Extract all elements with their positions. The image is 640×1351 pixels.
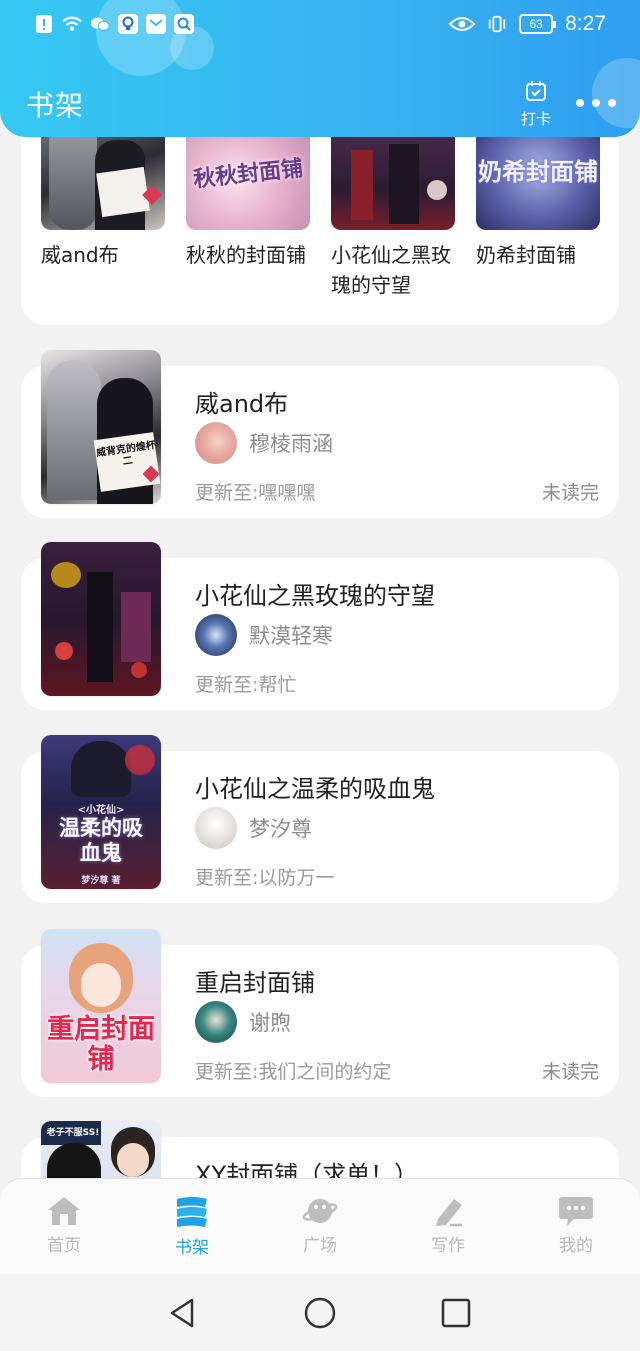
app-header: 63 8:27 书架 打卡 (0, 0, 640, 137)
bookshelf-scroll-area[interactable]: 威and布 秋秋封面铺 秋秋的封面铺 小花仙之黑玫瑰的守望 奶希封面铺 奶希封面… (0, 0, 640, 1180)
recents-button[interactable] (439, 1296, 473, 1330)
book-cover[interactable]: 奶希封面铺 (476, 130, 600, 230)
book-card[interactable]: 重启封面铺 重启封面铺 谢煦 更新至:我们之间的约定 未读完 (21, 929, 619, 1097)
book-card[interactable]: 老子不服SS! XY封面铺（求单！） (21, 1121, 619, 1180)
more-options-button[interactable] (576, 96, 616, 110)
book-cover[interactable]: 威背克的煌杯二 (41, 350, 161, 504)
tab-label: 写作 (431, 1236, 465, 1256)
chat-bubble-icon (559, 1197, 593, 1226)
home-nav-button[interactable] (303, 1296, 337, 1330)
tab-label: 书架 (175, 1238, 209, 1258)
book-cover[interactable]: 重启封面铺 (41, 929, 161, 1083)
calendar-check-icon (526, 81, 546, 101)
author-name: 默漠轻寒 (249, 624, 333, 648)
book-title: 重启封面铺 (195, 969, 315, 997)
grid-book-title: 威and布 (41, 243, 119, 267)
tab-write[interactable]: 写作 (384, 1179, 512, 1275)
author-avatar[interactable] (195, 1001, 237, 1043)
book-title: 小花仙之温柔的吸血鬼 (195, 775, 435, 803)
tab-bookshelf[interactable]: 书架 (128, 1179, 256, 1275)
author-row[interactable]: 梦汐尊 (195, 807, 312, 849)
book-card[interactable]: 小花仙之黑玫瑰的守望 默漠轻寒 更新至:帮忙 (21, 542, 619, 710)
grid-book-title: 小花仙之黑玫瑰的守望 (331, 243, 451, 297)
huawei-mail-icon (146, 14, 166, 34)
author-row[interactable]: 谢煦 (195, 1001, 291, 1043)
latest-update: 更新至:帮忙 (195, 674, 297, 696)
author-avatar[interactable] (195, 614, 237, 656)
eye-comfort-icon (449, 14, 476, 34)
tab-label: 首页 (47, 1236, 81, 1256)
bulb-app-icon (118, 14, 138, 34)
book-title: XY封面铺（求单！） (195, 1161, 419, 1180)
book-cover[interactable]: 秋秋封面铺 (186, 130, 310, 230)
search-app-icon (174, 14, 194, 34)
checkin-button[interactable]: 打卡 (514, 80, 558, 129)
book-title: 小花仙之黑玫瑰的守望 (195, 582, 435, 610)
more-dot-icon (592, 99, 600, 107)
grid-book-title: 秋秋的封面铺 (186, 243, 306, 267)
book-card[interactable]: 威背克的煌杯二 威and布 穆棱雨涵 更新至:嘿嘿嘿 未读完 (21, 350, 619, 518)
tab-label: 广场 (303, 1236, 337, 1256)
more-dot-icon (576, 99, 584, 107)
vibrate-icon (487, 14, 507, 34)
author-name: 梦汐尊 (249, 817, 312, 841)
grid-book-title: 奶希封面铺 (476, 243, 576, 267)
book-title: 威and布 (195, 390, 289, 418)
home-icon (48, 1197, 80, 1225)
home-circle-icon (304, 1297, 336, 1329)
book-cover[interactable] (41, 130, 165, 230)
status-time: 8:27 (565, 12, 606, 35)
page-title: 书架 (26, 89, 85, 122)
author-avatar[interactable] (195, 422, 237, 464)
more-dot-icon (608, 99, 616, 107)
read-status: 未读完 (541, 482, 599, 504)
tab-label: 我的 (559, 1236, 593, 1256)
wechat-icon (90, 14, 110, 34)
latest-update: 更新至:嘿嘿嘿 (195, 482, 316, 504)
planet-icon (302, 1199, 338, 1223)
book-cover[interactable] (41, 542, 161, 696)
notification-alert-icon (34, 14, 54, 34)
author-name: 穆棱雨涵 (249, 432, 333, 456)
bookshelf-icon (177, 1197, 207, 1227)
book-cover[interactable]: 老子不服SS! (41, 1121, 161, 1180)
back-button[interactable] (166, 1296, 200, 1330)
back-triangle-icon (170, 1298, 194, 1328)
latest-update: 更新至:我们之间的约定 (195, 1061, 392, 1083)
book-cover[interactable]: <小花仙> 温柔的吸血鬼 梦汐尊 著 (41, 735, 161, 889)
pen-icon (436, 1199, 462, 1227)
book-cover[interactable] (331, 130, 455, 230)
tab-home[interactable]: 首页 (0, 1179, 128, 1275)
latest-update: 更新至:以防万一 (195, 867, 335, 889)
battery-indicator: 63 (519, 14, 557, 34)
author-name: 谢煦 (249, 1011, 291, 1035)
author-row[interactable]: 默漠轻寒 (195, 614, 333, 656)
recents-square-icon (441, 1298, 471, 1328)
checkin-label: 打卡 (520, 110, 551, 128)
system-navigation-bar (0, 1274, 640, 1351)
book-card[interactable]: <小花仙> 温柔的吸血鬼 梦汐尊 著 小花仙之温柔的吸血鬼 梦汐尊 更新至:以防… (21, 735, 619, 903)
author-row[interactable]: 穆棱雨涵 (195, 422, 333, 464)
wifi-icon (62, 14, 82, 34)
status-bar: 63 8:27 (0, 0, 640, 54)
bottom-tab-bar: 首页 书架 广场 写作 我的 (0, 1178, 640, 1274)
tab-mine[interactable]: 我的 (512, 1179, 640, 1275)
tab-square[interactable]: 广场 (256, 1179, 384, 1275)
author-avatar[interactable] (195, 807, 237, 849)
read-status: 未读完 (541, 1061, 599, 1083)
